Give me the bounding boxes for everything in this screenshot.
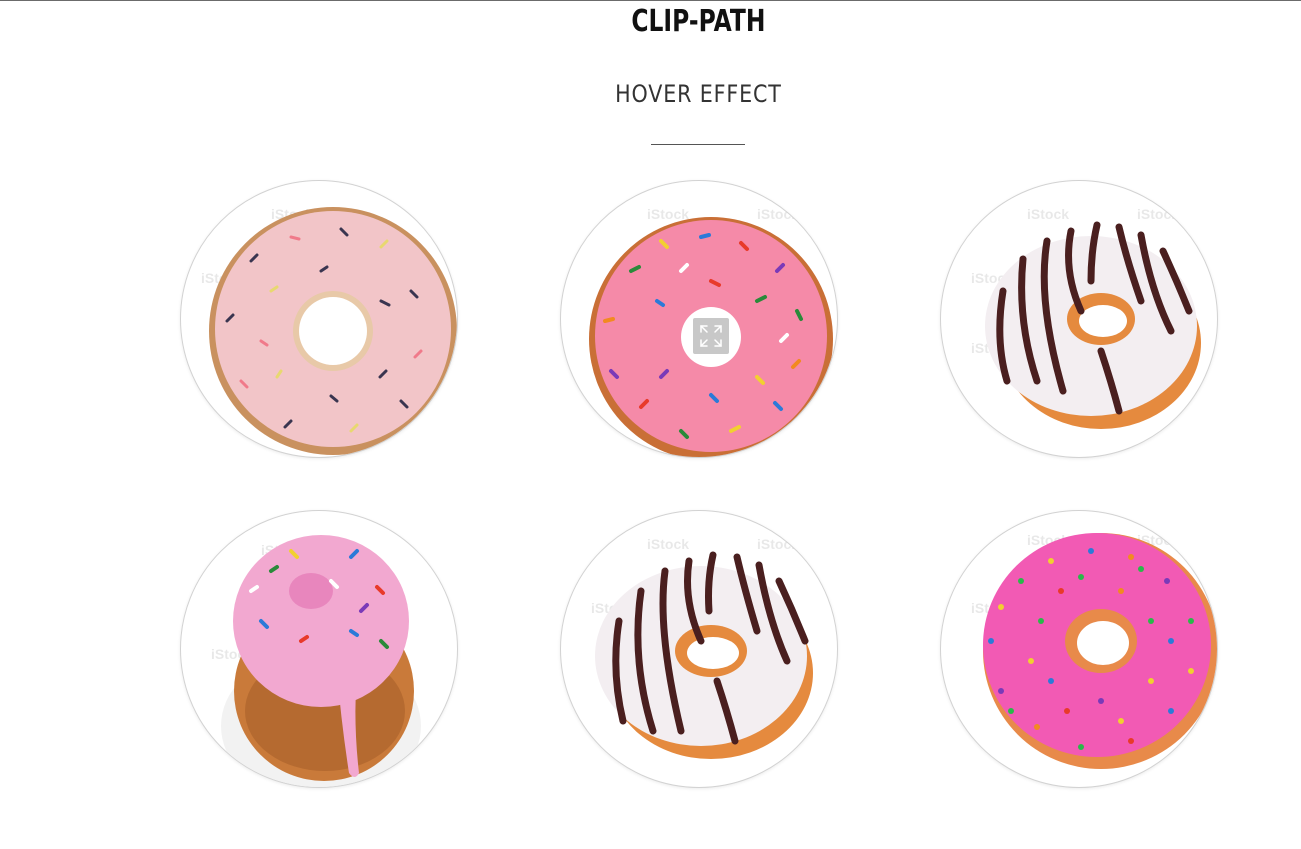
donut-image: iStock iStock iStock iStock iStock bbox=[201, 206, 457, 455]
donut-image: iStock iStock iStock iStock iStock bbox=[591, 536, 813, 759]
expand-icon[interactable] bbox=[693, 318, 729, 354]
donut-image: iStock iStock iStock iStock iStock iStoc… bbox=[971, 532, 1217, 769]
svg-text:iStock: iStock bbox=[647, 536, 689, 552]
page-title: CLIP-PATH bbox=[631, 4, 766, 39]
gallery-item-donut-pink-dripping[interactable]: iStock iStock iStock iStock bbox=[180, 510, 458, 788]
top-rule bbox=[0, 0, 1301, 1]
svg-text:iStock: iStock bbox=[1027, 206, 1069, 222]
svg-text:iStock: iStock bbox=[757, 536, 799, 552]
svg-text:iStock: iStock bbox=[647, 206, 689, 222]
gallery-item-donut-light-pink-sprinkles[interactable]: iStock iStock iStock iStock iStock bbox=[180, 180, 458, 458]
gallery-item-donut-chocolate-drizzle[interactable]: iStock iStock iStock iStock iStock iStoc… bbox=[940, 180, 1218, 458]
donut-image: iStock iStock iStock iStock bbox=[211, 535, 421, 787]
page-subtitle: HOVER EFFECT bbox=[615, 80, 782, 108]
donut-image: iStock iStock iStock iStock iStock iStoc… bbox=[971, 206, 1201, 429]
gallery-item-donut-chocolate-drizzle-2[interactable]: iStock iStock iStock iStock iStock bbox=[560, 510, 838, 788]
svg-text:iStock: iStock bbox=[757, 206, 799, 222]
gallery-item-donut-hot-pink-sprinkles[interactable]: iStock iStock iStock iStock iStock iStoc… bbox=[940, 510, 1218, 788]
svg-text:iStock: iStock bbox=[1137, 206, 1179, 222]
title-divider bbox=[651, 144, 745, 145]
